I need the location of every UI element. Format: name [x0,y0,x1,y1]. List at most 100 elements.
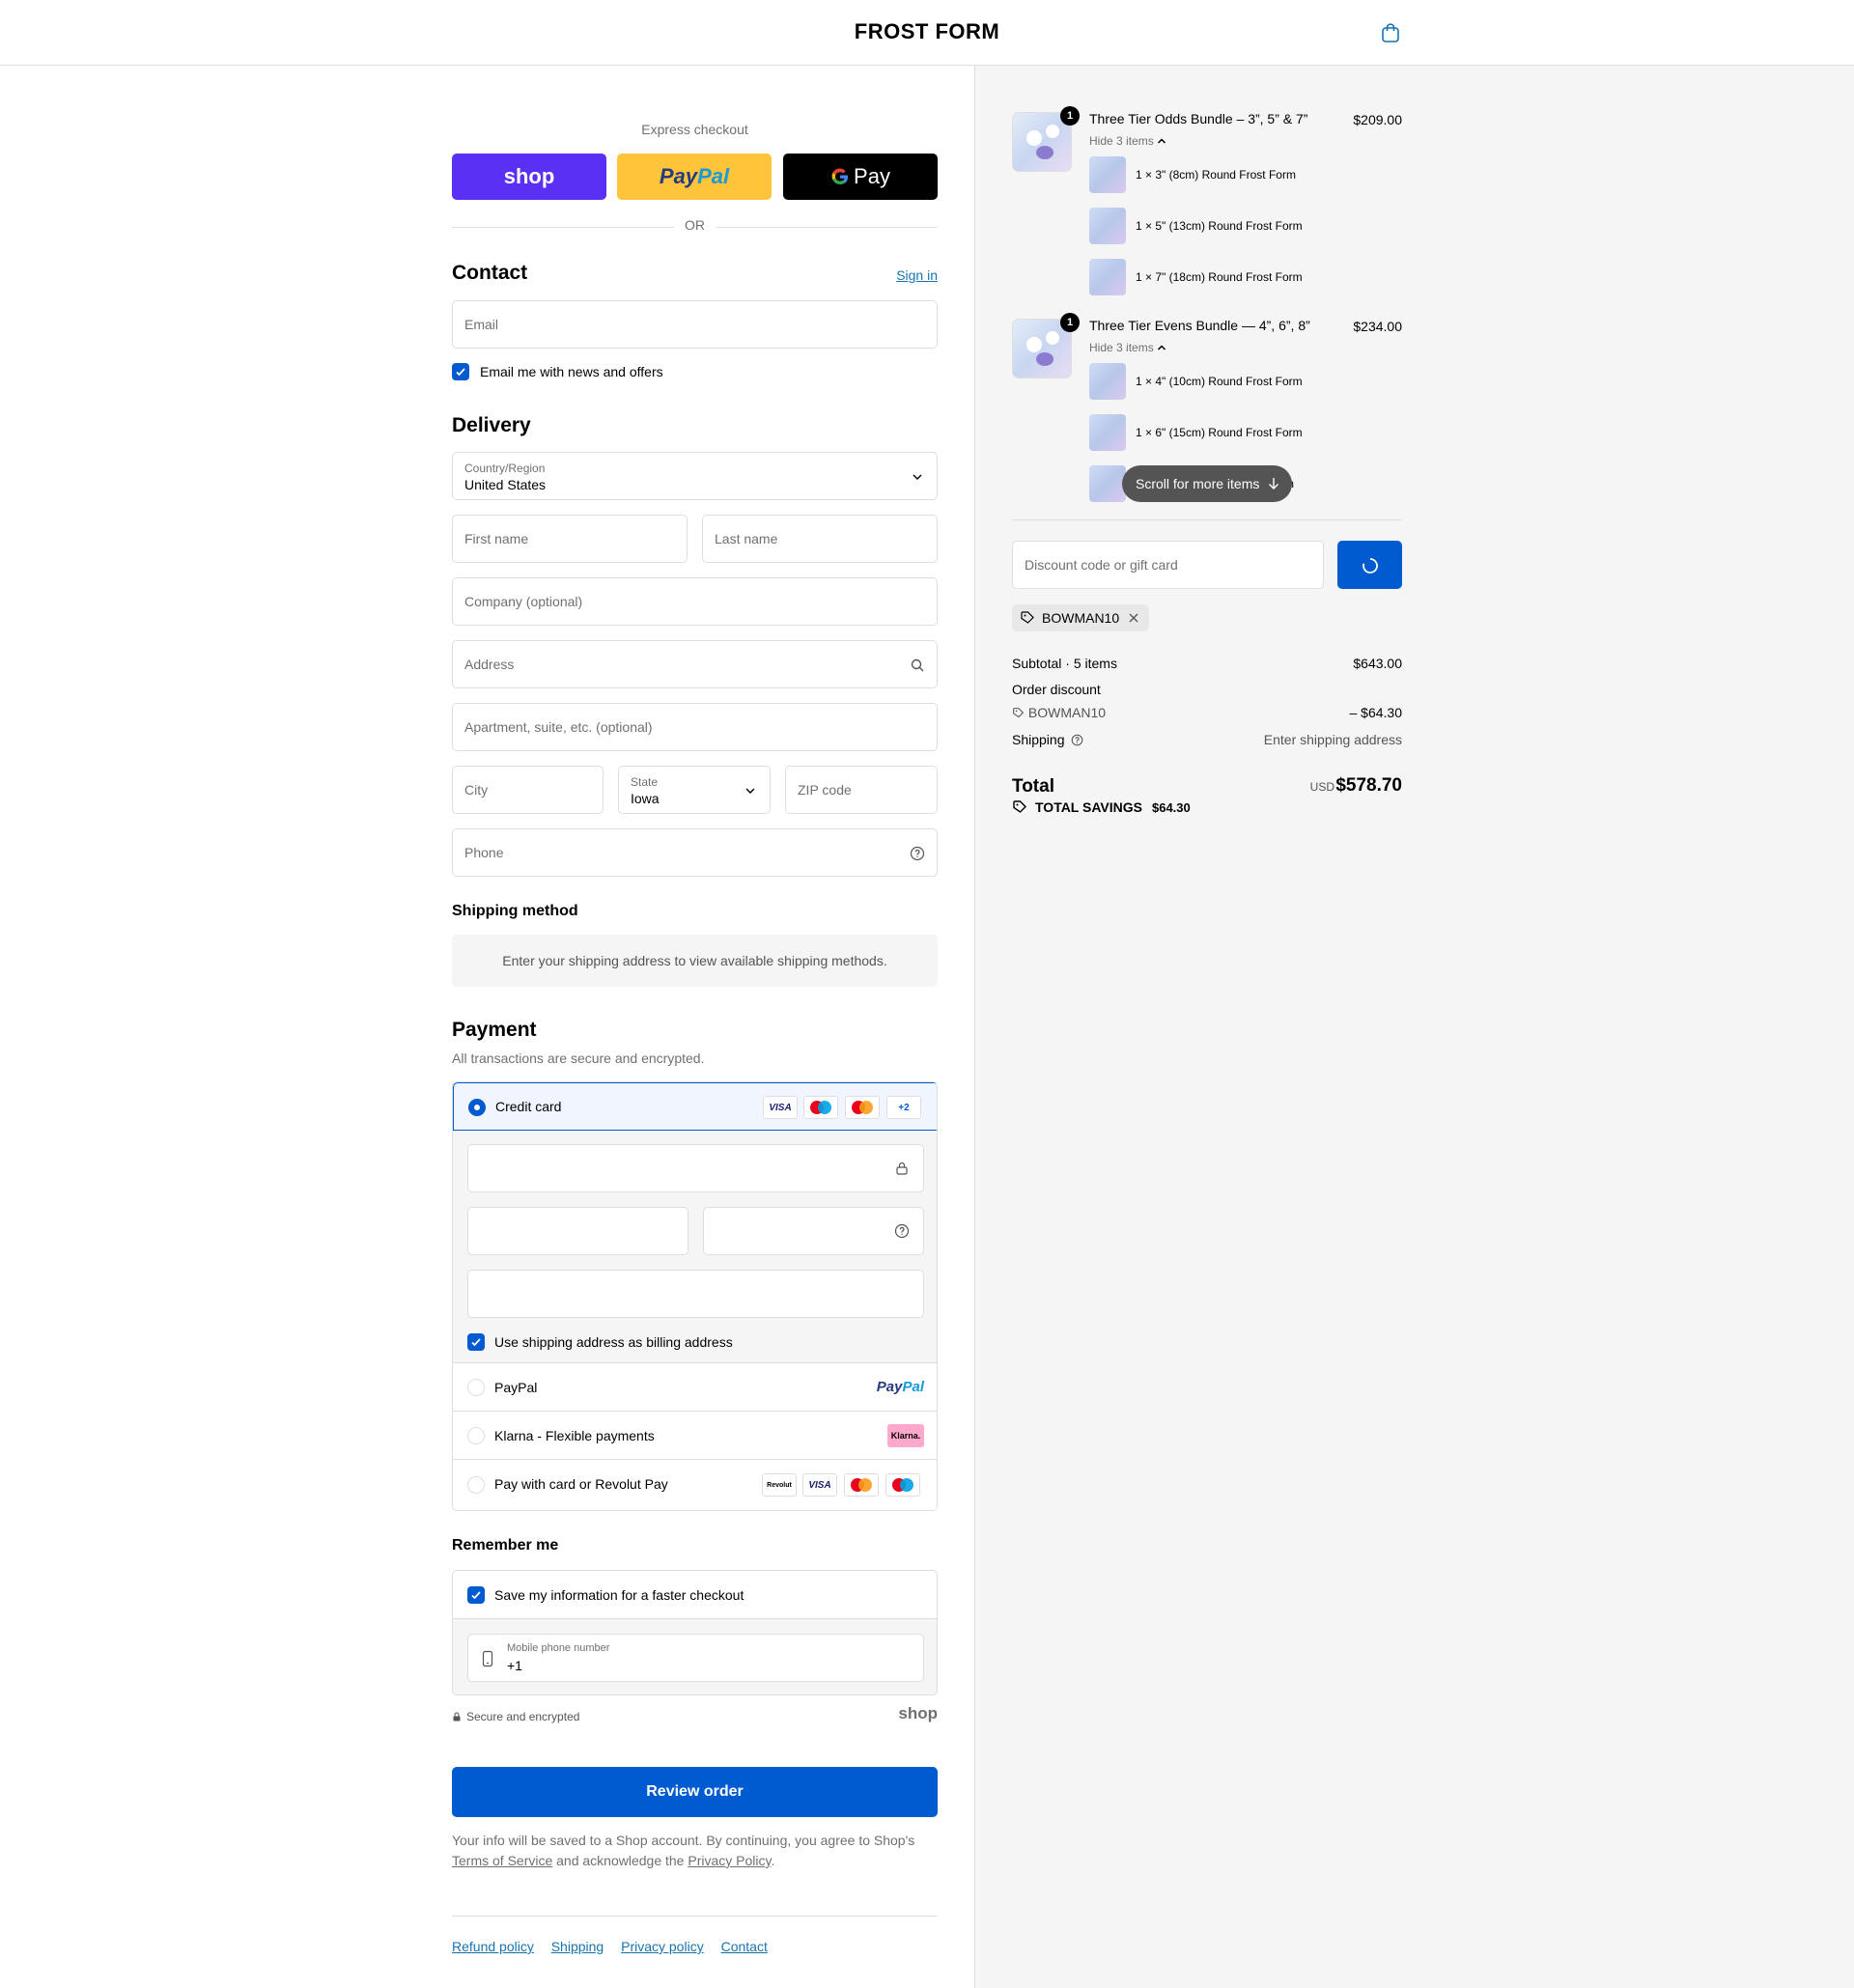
credit-card-label: Credit card [495,1099,562,1114]
paypal-logo-pay: Pay [876,1379,903,1395]
or-text: OR [685,217,705,233]
apply-discount-button[interactable] [1337,541,1402,589]
save-info-checkbox[interactable] [467,1586,485,1604]
save-info-row[interactable]: Save my information for a faster checkou… [453,1571,937,1619]
footer-link-contact[interactable]: Contact [721,1939,768,1954]
google-pay-button[interactable]: Pay [783,154,938,200]
visa-icon: VISA [763,1096,798,1119]
address-field[interactable]: Address [452,640,938,688]
zip-field[interactable]: ZIP code [785,766,938,814]
chevron-down-icon [913,474,922,480]
terms-of-service-link[interactable]: Terms of Service [452,1853,552,1868]
google-g-icon [831,168,849,185]
help-circle-icon[interactable] [1071,734,1083,746]
first-name-field[interactable]: First name [452,515,688,563]
loading-spinner-icon [1362,558,1378,574]
scroll-for-more-button[interactable]: Scroll for more items [1122,465,1292,502]
applied-discount-code: BOWMAN10 [1042,610,1120,626]
billing-same-checkbox[interactable] [467,1333,485,1351]
review-order-button[interactable]: Review order [452,1767,938,1817]
security-code-field[interactable] [703,1207,924,1255]
subtotal-value: $643.00 [1353,656,1402,671]
city-field[interactable]: City [452,766,604,814]
tag-icon [1021,611,1034,624]
save-info-label: Save my information for a faster checkou… [494,1587,744,1603]
shipping-method-heading: Shipping method [452,903,578,919]
klarna-label: Klarna - Flexible payments [494,1428,655,1443]
subtotal-row: Subtotal · 5 items $643.00 [1012,656,1402,671]
shopping-bag-icon[interactable] [1379,21,1402,44]
paypal-button[interactable]: Pay Pal [617,154,772,200]
legal-text-2: and acknowledge the [556,1853,685,1868]
name-on-card-field[interactable] [467,1270,924,1318]
product-name: Three Tier Evens Bundle — 4”, 6”, 8” [1089,318,1310,333]
tag-icon [1013,708,1025,718]
revolut-radio[interactable] [467,1476,485,1494]
chevron-up-icon [1158,138,1166,144]
shop-pay-button[interactable]: shop [452,154,606,200]
total-savings: TOTAL SAVINGS $64.30 [1012,799,1191,815]
shipping-value: Enter shipping address [1263,732,1402,747]
tag-icon [1013,800,1026,813]
credit-card-fields: Use shipping address as billing address [453,1131,937,1362]
paypal-option[interactable]: PayPal PayPal [453,1362,937,1411]
close-icon[interactable] [1128,612,1139,624]
paypal-radio[interactable] [467,1379,485,1396]
email-field[interactable]: Email [452,300,938,349]
mobile-phone-label: Mobile phone number [507,1642,610,1654]
total-label: Total [1012,776,1054,797]
footer-link-privacy[interactable]: Privacy policy [621,1939,704,1954]
company-field[interactable]: Company (optional) [452,577,938,626]
total-value: $578.70 [1335,775,1402,796]
subitem-thumbnail [1089,363,1126,400]
hide-items-toggle[interactable]: Hide 3 items [1089,341,1166,354]
remember-me-heading: Remember me [452,1537,559,1554]
state-select[interactable]: State Iowa [618,766,771,814]
credit-card-radio[interactable] [468,1099,486,1116]
mastercard-icon [845,1096,880,1119]
footer-link-refund[interactable]: Refund policy [452,1939,534,1954]
country-select[interactable]: Country/Region United States [452,452,938,500]
klarna-option[interactable]: Klarna - Flexible payments Klarna. [453,1411,937,1459]
checkmark-icon [456,368,465,377]
summary-divider [1012,519,1402,520]
klarna-logo: Klarna. [887,1424,924,1447]
revolut-option[interactable]: Pay with card or Revolut Pay Revolut VIS… [453,1459,937,1510]
phone-field[interactable]: Phone [452,828,938,877]
lock-icon [453,1712,461,1722]
applied-discount-tag: BOWMAN10 [1012,604,1150,631]
shipping-row: Shipping Enter shipping address [1012,732,1402,747]
apartment-field[interactable]: Apartment, suite, etc. (optional) [452,703,938,751]
google-pay-text: Pay [854,164,890,188]
klarna-radio[interactable] [467,1427,485,1444]
hide-items-toggle[interactable]: Hide 3 items [1089,134,1166,148]
help-circle-icon[interactable] [910,846,925,861]
footer-link-shipping[interactable]: Shipping [551,1939,604,1954]
payment-heading: Payment [452,1019,537,1041]
expiration-date-field[interactable] [467,1207,688,1255]
newsletter-checkbox[interactable] [452,363,469,380]
mobile-phone-field[interactable]: Mobile phone number +1 [467,1634,924,1682]
state-value: Iowa [631,791,660,806]
discount-code-field[interactable]: Discount code or gift card [1012,541,1324,589]
credit-card-option[interactable]: Credit card VISA +2 [453,1082,937,1131]
payment-subtitle: All transactions are secure and encrypte… [452,1050,705,1066]
mobile-phone-section: Mobile phone number +1 [453,1619,937,1694]
paypal-pay-text: Pay [659,164,698,188]
subitem-label: 1 × 4" (10cm) Round Frost Form [1136,375,1303,388]
visa-icon: VISA [802,1473,837,1497]
arrow-down-icon [1269,478,1279,490]
mobile-phone-icon [482,1650,493,1667]
store-logo[interactable]: FROST FORM [0,19,1854,44]
currency-code: USD [1309,780,1334,794]
chevron-down-icon [745,788,755,794]
hide-items-label: Hide 3 items [1089,134,1154,148]
privacy-policy-link[interactable]: Privacy Policy [688,1853,771,1868]
card-number-field[interactable] [467,1144,924,1192]
help-circle-icon[interactable] [894,1223,910,1239]
sign-in-link[interactable]: Sign in [896,267,938,283]
chevron-up-icon [1158,345,1166,350]
discount-code-label: BOWMAN10 [1027,705,1107,720]
header: FROST FORM [0,0,1854,66]
last-name-field[interactable]: Last name [702,515,938,563]
